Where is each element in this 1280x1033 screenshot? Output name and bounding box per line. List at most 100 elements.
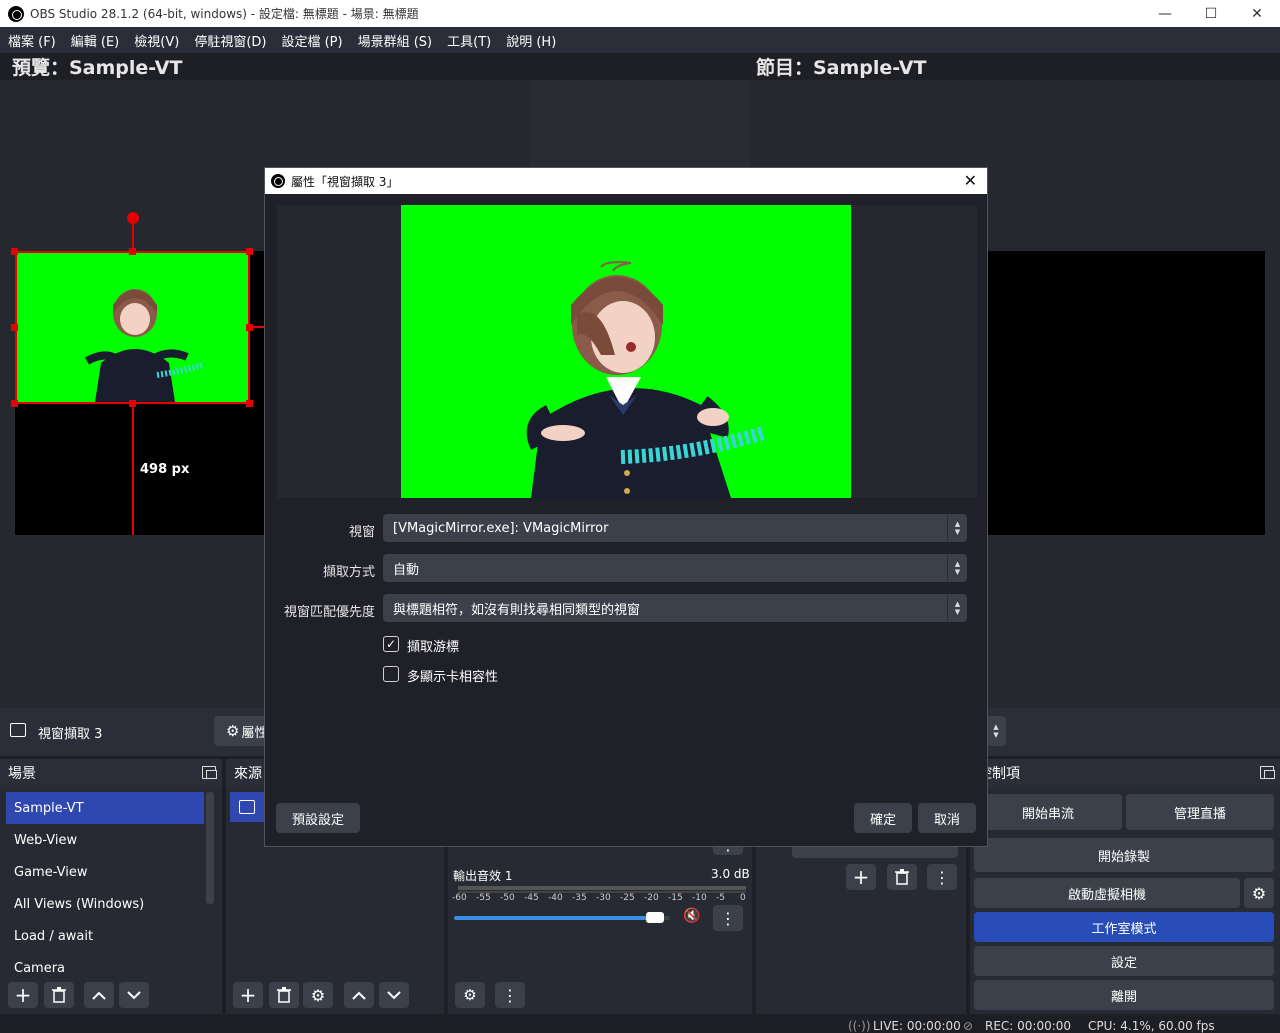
close-window-button[interactable]: ✕ <box>1234 0 1280 27</box>
toolbar-select-arrows[interactable]: ▲ ▼ <box>986 716 1006 746</box>
virtual-camera-settings-button[interactable]: ⚙ <box>1244 878 1274 908</box>
resize-handle[interactable] <box>129 400 136 407</box>
trash-icon <box>895 869 909 885</box>
menu-help[interactable]: 說明 (H) <box>506 31 556 50</box>
menu-profile[interactable]: 設定檔 (P) <box>281 31 342 50</box>
gear-icon: ⚙ <box>310 985 326 1005</box>
close-dialog-icon[interactable]: ✕ <box>964 171 977 190</box>
menu-file[interactable]: 檔案 (F) <box>8 31 56 50</box>
capture-cursor-checkbox[interactable]: ✓ <box>383 636 399 652</box>
studio-mode-button[interactable]: 工作室模式 <box>974 912 1274 942</box>
manage-broadcast-button[interactable]: 管理直播 <box>1126 794 1274 830</box>
capture-cursor-label: 擷取游標 <box>407 640 460 655</box>
scene-item[interactable]: Web-View <box>6 824 204 856</box>
multi-adapter-checkbox[interactable] <box>383 666 399 682</box>
resize-handle[interactable] <box>11 324 18 331</box>
scene-item[interactable]: Camera <box>6 952 204 984</box>
meter-tick-label: -35 <box>572 893 587 903</box>
add-transition-button[interactable]: + <box>846 864 876 890</box>
start-streaming-button[interactable]: 開始串流 <box>974 794 1122 830</box>
program-title: 節目：Sample-VT <box>756 57 927 79</box>
source-move-up-button[interactable] <box>344 982 374 1008</box>
exit-button[interactable]: 離開 <box>974 980 1274 1010</box>
vtuber-character <box>526 261 766 498</box>
live-indicator-icon: ((·)) <box>848 1019 871 1033</box>
source-list-item[interactable] <box>230 792 264 822</box>
rotation-handle[interactable] <box>127 212 139 224</box>
window-match-priority-select[interactable]: 與標題相符，如沒有則找尋相同類型的視窗 ▲ ▼ <box>383 594 967 622</box>
audio-advanced-settings-button[interactable]: ⚙ <box>455 982 485 1008</box>
mixer-channel-menu-button[interactable]: ⋮ <box>713 905 743 931</box>
float-dock-icon[interactable] <box>202 766 217 779</box>
chevron-down-icon <box>127 990 141 999</box>
resize-handle[interactable] <box>246 400 253 407</box>
multi-adapter-label: 多顯示卡相容性 <box>407 670 499 685</box>
preview-selected-source[interactable] <box>15 251 250 404</box>
window-label: 視窗 <box>348 525 375 540</box>
mixer-menu-button[interactable]: ⋮ <box>495 982 525 1008</box>
float-dock-icon[interactable] <box>1260 766 1275 779</box>
preview-title: 預覽：Sample-VT <box>12 57 183 79</box>
cancel-button[interactable]: 取消 <box>918 803 976 833</box>
scene-item[interactable]: Game-View <box>6 856 204 888</box>
meter-tick-label: -20 <box>644 893 659 903</box>
resize-handle[interactable] <box>11 248 18 255</box>
start-virtual-camera-button[interactable]: 啟動虛擬相機 <box>974 878 1240 908</box>
resize-handle[interactable] <box>246 324 253 331</box>
maximize-button[interactable]: ☐ <box>1188 0 1234 27</box>
resize-handle[interactable] <box>129 248 136 255</box>
window-match-priority-label: 視窗匹配優先度 <box>283 605 375 620</box>
menu-edit[interactable]: 編輯 (E) <box>71 31 120 50</box>
scenes-dock-header: 場景 <box>0 759 222 787</box>
scene-item[interactable]: All Views (Windows) <box>6 888 204 920</box>
settings-button[interactable]: 設定 <box>974 946 1274 976</box>
menu-tools[interactable]: 工具(T) <box>447 31 491 50</box>
source-move-down-button[interactable] <box>379 982 409 1008</box>
resize-handle[interactable] <box>246 248 253 255</box>
audio-meter <box>458 886 746 890</box>
ok-button[interactable]: 確定 <box>854 803 912 833</box>
chevron-down-icon <box>387 990 401 999</box>
scene-item[interactable]: Sample-VT <box>6 792 204 824</box>
meter-tick-label: -45 <box>524 893 539 903</box>
menu-docks[interactable]: 停駐視窗(D) <box>194 31 266 50</box>
select-arrows-icon: ▲ ▼ <box>947 554 967 582</box>
chevron-up-icon <box>352 991 366 1000</box>
resize-handle[interactable] <box>11 400 18 407</box>
gear-icon: ⚙ <box>1251 883 1267 903</box>
menu-view[interactable]: 檢視(V) <box>134 31 179 50</box>
remove-transition-button[interactable] <box>887 864 917 890</box>
window-select[interactable]: [VMagicMirror.exe]: VMagicMirror ▲ ▼ <box>383 514 967 542</box>
capture-method-label: 擷取方式 <box>322 565 375 580</box>
cpu-fps: CPU: 4.1%, 60.00 fps <box>1088 1019 1215 1033</box>
scene-move-down-button[interactable] <box>119 982 149 1008</box>
remove-source-button[interactable] <box>269 982 299 1008</box>
volume-slider-knob[interactable] <box>645 912 664 923</box>
controls-dock-header: 控制項 <box>970 759 1280 787</box>
scenes-scrollbar[interactable] <box>206 792 214 904</box>
transition-menu-button[interactable]: ⋮ <box>927 864 957 890</box>
volume-slider-track[interactable] <box>454 912 670 923</box>
checkmark-icon: ✓ <box>385 637 397 651</box>
capture-preview <box>401 205 851 498</box>
dialog-titlebar: 屬性「視窗擷取 3」 ✕ <box>265 168 987 194</box>
source-properties-button[interactable]: ⚙ <box>303 982 333 1008</box>
scene-item[interactable]: Load / await <box>6 920 204 952</box>
muted-speaker-icon[interactable]: 🔇 <box>683 908 700 924</box>
scene-move-up-button[interactable] <box>84 982 114 1008</box>
window-capture-icon <box>239 800 255 814</box>
start-recording-button[interactable]: 開始錄製 <box>974 838 1274 872</box>
meter-tick-label: -5 <box>716 893 725 903</box>
add-source-button[interactable]: + <box>233 982 263 1008</box>
window-titlebar: OBS Studio 28.1.2 (64-bit, windows) - 設定… <box>0 0 1280 27</box>
menu-scene-collection[interactable]: 場景群組 (S) <box>358 31 433 50</box>
add-scene-button[interactable]: + <box>8 982 38 1008</box>
volume-slider-fill <box>454 916 655 920</box>
capture-method-select[interactable]: 自動 ▲ ▼ <box>383 554 967 582</box>
meter-tick-label: -10 <box>692 893 707 903</box>
minimize-button[interactable]: — <box>1142 0 1188 27</box>
remove-scene-button[interactable] <box>44 982 74 1008</box>
window-capture-icon <box>10 723 26 737</box>
window-title: OBS Studio 28.1.2 (64-bit, windows) - 設定… <box>30 7 419 21</box>
defaults-button[interactable]: 預設設定 <box>276 803 360 833</box>
